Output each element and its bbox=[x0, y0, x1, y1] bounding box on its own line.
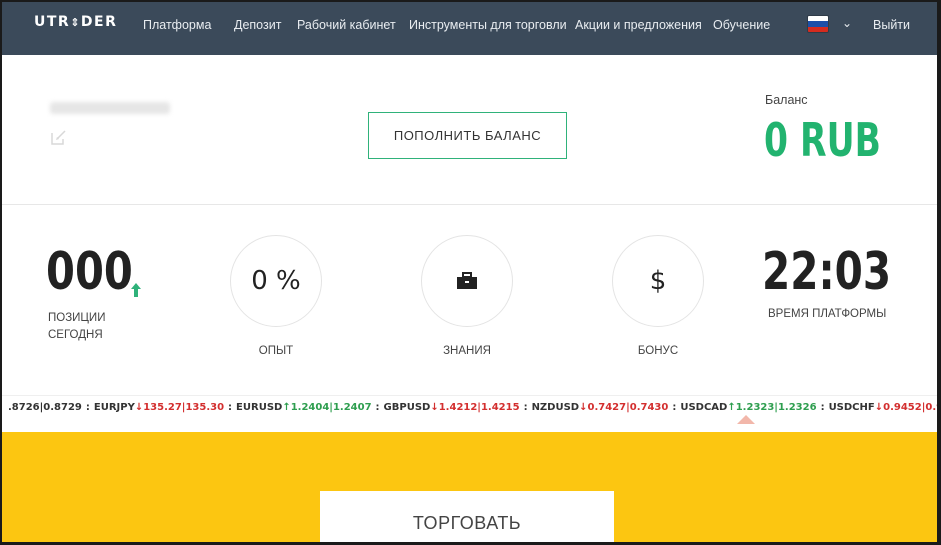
ticker-separator: : bbox=[85, 402, 90, 413]
ticker-separator: : bbox=[228, 402, 233, 413]
ticker-item: USDCHF ↓0.9452|0.9455 bbox=[829, 402, 937, 413]
app-window: UTR⇕DER Платформа Депозит Рабочий кабине… bbox=[2, 2, 937, 542]
divider bbox=[2, 395, 937, 396]
username-blurred bbox=[50, 102, 170, 114]
ticker-separator: : bbox=[672, 402, 677, 413]
bonus-label: БОНУС bbox=[637, 345, 679, 357]
ticker-item: EURUSD ↑1.2404|1.2407 bbox=[236, 402, 372, 413]
experience-value: 0 % bbox=[251, 266, 301, 296]
ticker-item: USDCAD ↑1.2323|1.2326 bbox=[680, 402, 816, 413]
ticker-separator: : bbox=[523, 402, 528, 413]
nav-item-tools[interactable]: Инструменты для торговли bbox=[409, 18, 567, 32]
ticker-separator: : bbox=[375, 402, 380, 413]
edit-icon[interactable] bbox=[50, 128, 68, 146]
ticker-pair: EURJPY bbox=[93, 402, 135, 413]
nav-item-cabinet[interactable]: Рабочий кабинет bbox=[297, 18, 396, 32]
nav-item-promotions[interactable]: Акции и предложения bbox=[575, 18, 702, 32]
ticker-quote: .8726|0.8729 bbox=[8, 402, 82, 413]
balance-value: 0 RUB bbox=[764, 113, 881, 167]
platform-time-value: 22:03 bbox=[762, 242, 892, 302]
experience-circle: 0 % bbox=[230, 235, 322, 327]
topup-balance-button[interactable]: ПОПОЛНИТЬ БАЛАНС bbox=[368, 112, 567, 159]
platform-time-label: ВРЕМЯ ПЛАТФОРМЫ bbox=[768, 308, 887, 320]
knowledge-label: ЗНАНИЯ bbox=[443, 345, 491, 357]
ticker-quote: ↑1.2323|1.2326 bbox=[727, 402, 817, 413]
logo-text-start: UTR bbox=[34, 14, 71, 30]
briefcase-icon bbox=[457, 272, 477, 289]
nav-item-platform[interactable]: Платформа bbox=[143, 18, 211, 32]
trade-button[interactable]: ТОРГОВАТЬ bbox=[320, 491, 614, 542]
ticker-item: .8726|0.8729 bbox=[8, 402, 82, 413]
positions-today-label: ПОЗИЦИИ СЕГОДНЯ bbox=[48, 312, 106, 341]
ticker-item: NZDUSD ↓0.7427|0.7430 bbox=[532, 402, 669, 413]
ticker-pair: GBPUSD bbox=[383, 402, 431, 413]
logo-text-end: DER bbox=[80, 14, 118, 30]
knowledge-circle[interactable] bbox=[421, 235, 513, 327]
ticker-quote: ↓1.4212|1.4215 bbox=[430, 402, 520, 413]
nav-item-deposit[interactable]: Депозит bbox=[234, 18, 281, 32]
ticker-quote: ↓135.27|135.30 bbox=[134, 402, 225, 413]
ru-flag-icon[interactable] bbox=[808, 16, 828, 32]
top-nav: UTR⇕DER Платформа Депозит Рабочий кабине… bbox=[2, 2, 937, 55]
chevron-down-icon[interactable]: ⌄ bbox=[842, 16, 852, 30]
dollar-icon: $ bbox=[649, 266, 667, 296]
experience-label: ОПЫТ bbox=[258, 345, 294, 357]
ticker-quote: ↓0.9452|0.9455 bbox=[874, 402, 937, 413]
logo[interactable]: UTR⇕DER bbox=[34, 14, 117, 34]
ticker-separator: : bbox=[820, 402, 825, 413]
ticker-quote: ↑1.2404|1.2407 bbox=[282, 402, 372, 413]
ticker-item: GBPUSD ↓1.4212|1.4215 bbox=[384, 402, 520, 413]
logo-arrow-icon: ⇕ bbox=[70, 16, 81, 29]
bonus-circle[interactable]: $ bbox=[612, 235, 704, 327]
ticker-pair: EURUSD bbox=[236, 402, 283, 413]
nav-item-education[interactable]: Обучение bbox=[713, 18, 770, 32]
balance-label: Баланс bbox=[765, 93, 808, 107]
logout-link[interactable]: Выйти bbox=[873, 18, 910, 32]
ticker-pair: USDCHF bbox=[828, 402, 875, 413]
quotes-ticker: .8726|0.8729 : EURJPY ↓135.27|135.30 : E… bbox=[2, 402, 937, 420]
divider bbox=[2, 204, 937, 205]
ticker-item: EURJPY ↓135.27|135.30 bbox=[94, 402, 224, 413]
up-arrow-icon bbox=[131, 283, 141, 297]
tooltip-triangle bbox=[737, 415, 755, 424]
ticker-pair: NZDUSD bbox=[531, 402, 580, 413]
ticker-pair: USDCAD bbox=[680, 402, 728, 413]
positions-today-value: 000 bbox=[46, 242, 133, 302]
ticker-quote: ↓0.7427|0.7430 bbox=[579, 402, 669, 413]
